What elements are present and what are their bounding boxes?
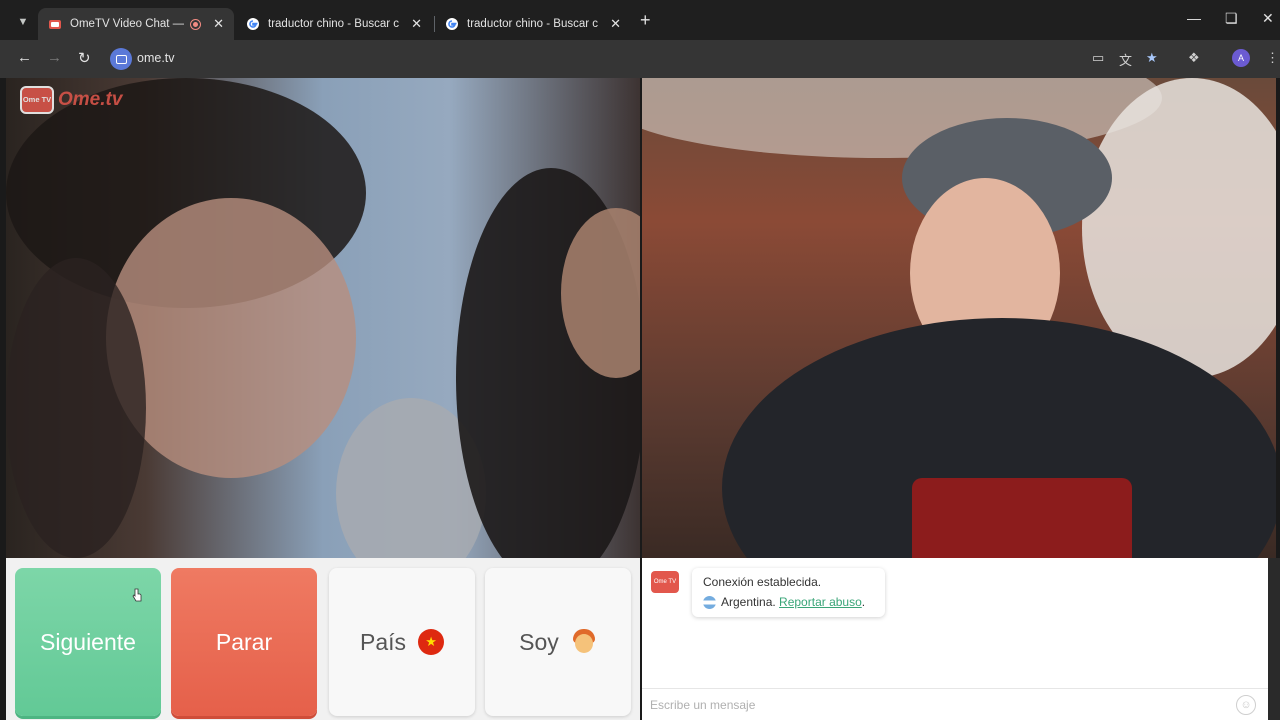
chat-ometv-icon: Ome TV — [651, 571, 679, 593]
close-tab-icon[interactable]: ✕ — [610, 16, 621, 32]
close-window-icon[interactable]: ✕ — [1262, 10, 1274, 27]
profile-avatar[interactable]: A — [1232, 49, 1250, 67]
next-button-label: Siguiente — [40, 628, 136, 655]
back-icon[interactable]: ← — [17, 49, 32, 66]
ometv-page: Ome TV Ome.tv Siguiente Parar País ★ Soy… — [0, 78, 1280, 720]
message-input[interactable] — [650, 695, 1230, 715]
maximize-icon[interactable]: ❏ — [1225, 10, 1238, 27]
menu-dots-icon[interactable]: ⋮ — [1266, 50, 1279, 66]
video-shape — [912, 478, 1132, 558]
browser-tabstrip: ▼ OmeTV Video Chat — Ome ✕ traductor chi… — [0, 0, 1280, 40]
country-button[interactable]: País ★ — [329, 568, 475, 716]
forward-icon[interactable]: → — [47, 49, 62, 66]
tab-google-search-2[interactable]: traductor chino - Buscar con G ✕ — [435, 8, 631, 40]
address-bar[interactable]: ome.tv — [106, 45, 1178, 73]
report-suffix: . — [861, 595, 866, 609]
tab-google-search-1[interactable]: traductor chino - Buscar con G ✕ — [236, 8, 432, 40]
person-icon — [571, 629, 597, 655]
logo-badge: Ome TV — [20, 86, 54, 114]
ometv-logo[interactable]: Ome TV Ome.tv — [20, 86, 122, 114]
message-bar: ☺ — [642, 688, 1268, 720]
hand-cursor-icon — [132, 588, 142, 602]
google-favicon-icon — [445, 17, 459, 31]
tab-title: traductor chino - Buscar con G — [467, 18, 599, 30]
emoji-icon[interactable]: ☺ — [1236, 695, 1256, 715]
recording-icon — [190, 18, 202, 30]
stop-button-label: Parar — [215, 628, 273, 655]
page-edge — [1268, 558, 1280, 720]
tab-title: traductor chino - Buscar con G — [268, 18, 400, 30]
url-text[interactable]: ome.tv — [137, 51, 175, 65]
chat-panel: Ome TV Conexión establecida. Argentina. … — [642, 558, 1268, 720]
self-video — [642, 78, 1276, 558]
browser-toolbar: ← → ↻ ome.tv ▭ 文 ★ ❖ A ⋮ — [0, 40, 1280, 78]
report-abuse-link[interactable]: Reportar abuso — [779, 595, 862, 609]
tab-title: OmeTV Video Chat — Ome — [70, 18, 185, 30]
logo-text: Ome.tv — [58, 89, 123, 110]
gender-button-label: Soy — [519, 628, 559, 655]
tab-ometv[interactable]: OmeTV Video Chat — Ome ✕ — [38, 8, 234, 40]
argentina-flag-icon — [703, 595, 716, 609]
country-button-label: País — [359, 628, 407, 655]
google-favicon-icon — [246, 17, 260, 31]
close-tab-icon[interactable]: ✕ — [213, 16, 224, 32]
system-message: Conexión establecida. Argentina. Reporta… — [692, 568, 885, 617]
new-tab-icon[interactable]: + — [640, 10, 651, 31]
stranger-country: Argentina. — [721, 595, 776, 609]
stranger-video: Ome TV Ome.tv — [6, 78, 640, 558]
extensions-icon[interactable]: ❖ — [1188, 50, 1200, 66]
connection-status: Conexión establecida. — [703, 575, 822, 589]
bookmark-star-icon[interactable]: ★ — [1146, 50, 1158, 66]
video-shape — [6, 258, 146, 558]
close-tab-icon[interactable]: ✕ — [411, 16, 422, 32]
china-flag-icon: ★ — [418, 629, 445, 655]
tab-search-icon[interactable]: ▼ — [12, 11, 34, 33]
gender-button[interactable]: Soy — [485, 568, 631, 716]
stop-button[interactable]: Parar — [171, 568, 317, 716]
ometv-favicon-icon — [48, 17, 62, 31]
controls-panel: Siguiente Parar País ★ Soy — [6, 558, 640, 720]
reload-icon[interactable]: ↻ — [78, 49, 91, 67]
site-info-icon[interactable] — [110, 48, 132, 70]
translate-icon[interactable]: 文 — [1119, 50, 1132, 69]
minimize-icon[interactable]: — — [1187, 10, 1201, 26]
cast-icon[interactable]: ▭ — [1092, 50, 1104, 66]
